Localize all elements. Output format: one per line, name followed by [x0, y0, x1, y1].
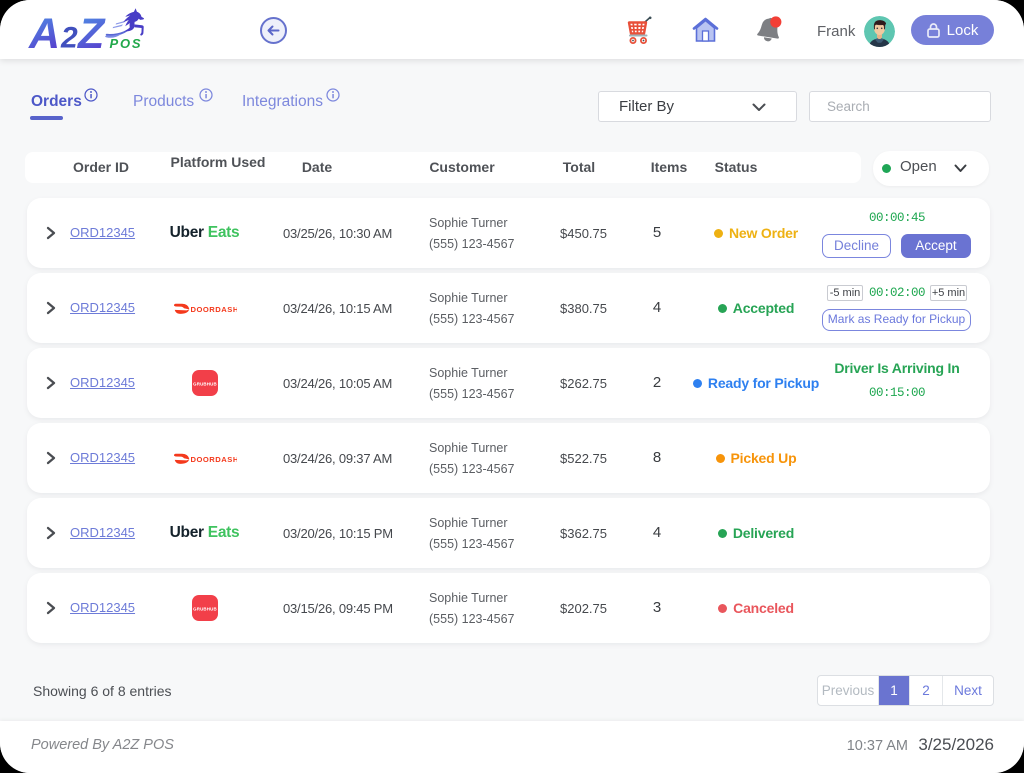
svg-text:A: A [28, 10, 58, 53]
svg-text:DOORDASH: DOORDASH [190, 455, 237, 464]
svg-text:GRUBHUB: GRUBHUB [193, 606, 217, 611]
svg-text:2: 2 [60, 22, 78, 54]
svg-text:DOORDASH: DOORDASH [190, 305, 237, 314]
svg-text:GRUBHUB: GRUBHUB [193, 381, 217, 386]
svg-text:Z: Z [76, 10, 106, 53]
svg-text:POS: POS [110, 36, 143, 51]
